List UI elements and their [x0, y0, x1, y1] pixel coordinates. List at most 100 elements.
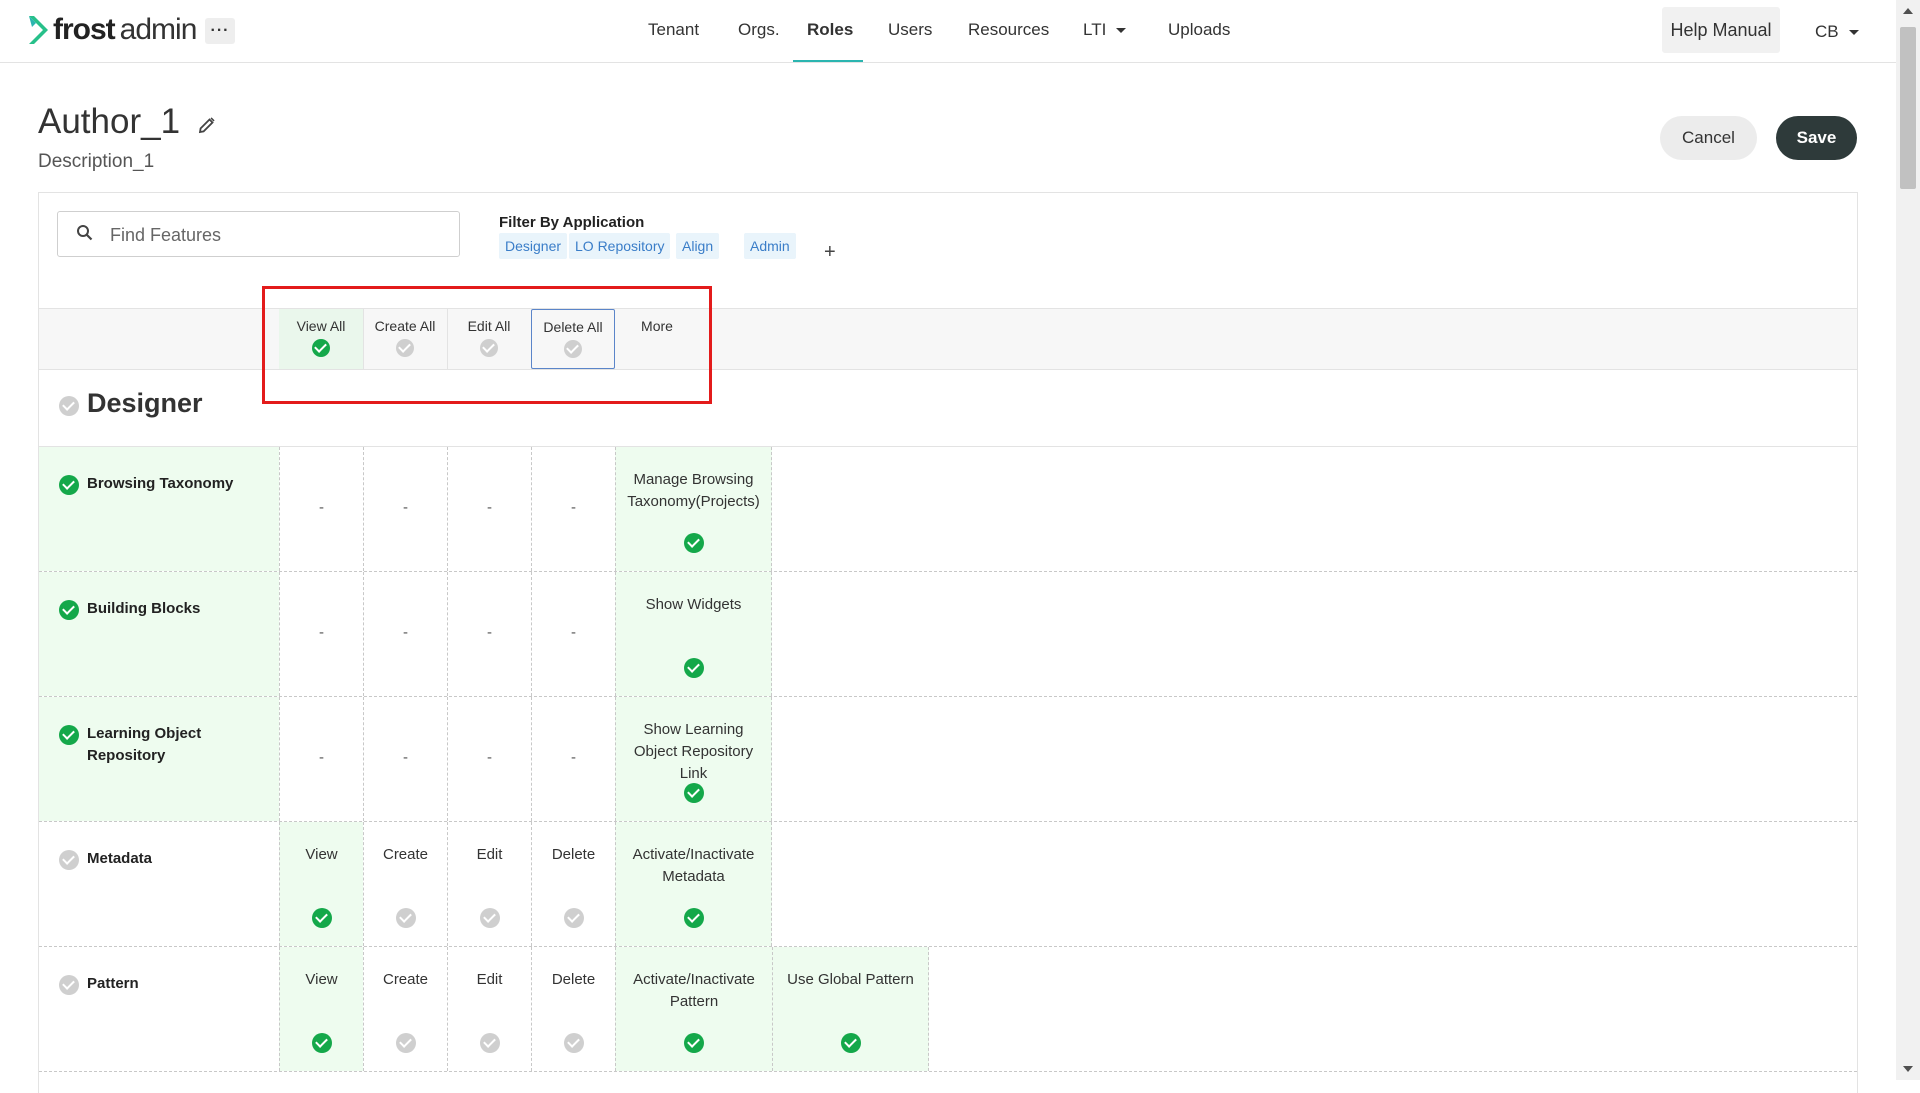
edit-cell: -	[447, 447, 531, 571]
feature-name-cell: Browsing Taxonomy	[39, 447, 279, 571]
permission-label: Edit	[476, 846, 503, 863]
ellipsis-icon: ···	[210, 22, 230, 39]
check-circle-icon[interactable]	[59, 975, 79, 995]
cancel-button[interactable]: Cancel	[1660, 116, 1757, 160]
permission-label: Use Global Pattern	[787, 971, 914, 988]
permission-label: Delete	[551, 971, 596, 988]
permission-label: Show Widgets	[645, 596, 742, 613]
permission-label: Delete	[551, 846, 596, 863]
create-permission-cell[interactable]: Create	[363, 947, 447, 1071]
save-button[interactable]: Save	[1776, 116, 1857, 160]
check-circle-icon[interactable]	[59, 475, 79, 495]
nav-lti[interactable]: LTI	[1083, 20, 1127, 40]
feature-search	[57, 211, 460, 257]
feature-name: Metadata	[87, 850, 153, 867]
delete-cell: -	[531, 572, 615, 696]
empty-dash: -	[487, 499, 492, 516]
feature-row-metadata: Metadata View Create Edit Delete Activat…	[39, 822, 1857, 947]
more-permission-cell[interactable]: Show Learning Object Repository Link	[615, 697, 772, 821]
permission-label: Activate/Inactivate Pattern	[633, 971, 755, 1010]
delete-cell: -	[531, 447, 615, 571]
nav-resources[interactable]: Resources	[968, 20, 1049, 40]
empty-dash: -	[487, 624, 492, 641]
delete-permission-cell[interactable]: Delete	[531, 822, 615, 946]
more-permission-cell[interactable]: Activate/Inactivate Pattern	[615, 947, 772, 1071]
filter-chip-admin[interactable]: Admin	[744, 233, 796, 259]
check-circle-icon	[563, 1033, 584, 1053]
page-scrollbar[interactable]	[1896, 0, 1920, 1080]
check-circle-icon[interactable]	[59, 396, 79, 416]
check-circle-icon	[311, 1033, 332, 1053]
view-cell: -	[279, 572, 363, 696]
permission-label: Manage Browsing Taxonomy(Projects)	[627, 471, 760, 510]
check-circle-icon	[479, 908, 500, 928]
check-circle-icon	[395, 1033, 416, 1053]
view-cell: -	[279, 697, 363, 821]
filter-chip-align[interactable]: Align	[676, 233, 720, 259]
filter-chip-lo-repository[interactable]: LO Repository	[569, 233, 671, 259]
feature-name: Building Blocks	[87, 600, 201, 617]
nav-users[interactable]: Users	[888, 20, 932, 40]
edit-permission-cell[interactable]: Edit	[447, 947, 531, 1071]
check-circle-icon	[683, 533, 704, 553]
permission-label: Create	[382, 971, 429, 988]
nav-roles[interactable]: Roles	[807, 20, 853, 40]
filter-chip-designer[interactable]: Designer	[499, 233, 568, 259]
feature-row-browsing-taxonomy: Browsing Taxonomy - - - - Manage Browsin…	[39, 447, 1857, 572]
search-input[interactable]	[108, 220, 442, 250]
annotation-highlight-box	[262, 286, 712, 404]
feature-row-building-blocks: Building Blocks - - - - Show Widgets	[39, 572, 1857, 697]
permission-label: Show Learning Object Repository Link	[633, 721, 754, 782]
check-circle-icon	[683, 658, 704, 678]
add-filter-icon[interactable]: +	[824, 241, 836, 264]
delete-cell: -	[531, 697, 615, 821]
more-permission-cell[interactable]: Activate/Inactivate Metadata	[615, 822, 772, 946]
nav-orgs[interactable]: Orgs.	[738, 20, 780, 40]
empty-dash: -	[571, 499, 576, 516]
create-permission-cell[interactable]: Create	[363, 822, 447, 946]
check-circle-icon	[311, 908, 332, 928]
check-circle-icon[interactable]	[59, 850, 79, 870]
feature-name: Browsing Taxonomy	[87, 475, 234, 492]
view-permission-cell[interactable]: View	[279, 822, 363, 946]
scroll-down-arrow-icon[interactable]	[1903, 1066, 1913, 1072]
active-tab-indicator	[793, 60, 863, 62]
filter-label: Filter By Application	[499, 214, 645, 231]
edit-permission-cell[interactable]: Edit	[447, 822, 531, 946]
check-circle-icon	[479, 1033, 500, 1053]
nav-uploads[interactable]: Uploads	[1168, 20, 1230, 40]
role-title: Author_1	[38, 102, 181, 141]
empty-dash: -	[319, 499, 324, 516]
more-permission-cell[interactable]: Manage Browsing Taxonomy(Projects)	[615, 447, 772, 571]
more-permission-cell[interactable]: Use Global Pattern	[772, 947, 929, 1071]
top-navbar: frost admin ··· Tenant Orgs. Roles Users …	[0, 0, 1896, 63]
check-circle-icon	[684, 1033, 704, 1053]
create-cell: -	[363, 697, 447, 821]
feature-name-cell: Building Blocks	[39, 572, 279, 696]
scroll-thumb[interactable]	[1900, 27, 1916, 189]
check-circle-icon	[840, 1033, 861, 1053]
feature-name: Pattern	[87, 975, 139, 992]
edit-cell: -	[447, 572, 531, 696]
edit-cell: -	[447, 697, 531, 821]
pencil-edit-icon[interactable]	[198, 116, 216, 134]
permission-label: View	[305, 846, 338, 863]
more-permission-cell[interactable]: Show Widgets	[615, 572, 772, 696]
view-permission-cell[interactable]: View	[279, 947, 363, 1071]
user-menu[interactable]: CB	[1815, 22, 1859, 42]
check-circle-icon	[563, 908, 584, 928]
scroll-up-arrow-icon[interactable]	[1903, 8, 1913, 14]
nav-tenant[interactable]: Tenant	[648, 20, 699, 40]
delete-permission-cell[interactable]: Delete	[531, 947, 615, 1071]
more-options-button[interactable]: ···	[205, 18, 235, 44]
help-manual-button[interactable]: Help Manual	[1662, 7, 1780, 53]
feature-row-pattern: Pattern View Create Edit Delete Activate…	[39, 947, 1857, 1072]
frost-admin-logo[interactable]: frost admin	[27, 12, 197, 48]
empty-dash: -	[319, 749, 324, 766]
check-circle-icon[interactable]	[59, 600, 79, 620]
empty-dash: -	[403, 749, 408, 766]
section-title: Designer	[87, 388, 203, 418]
create-cell: -	[363, 572, 447, 696]
nav-lti-label: LTI	[1083, 20, 1107, 39]
check-circle-icon[interactable]	[59, 725, 79, 745]
